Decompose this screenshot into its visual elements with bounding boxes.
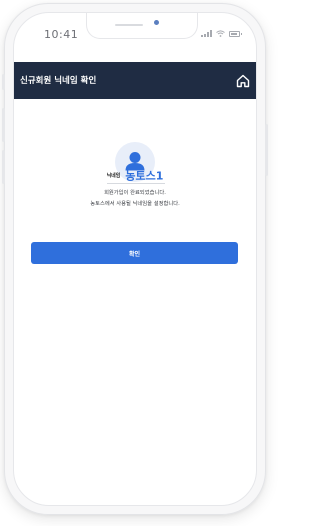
status-bar: 10:41 [14, 13, 256, 59]
phone-side-button [265, 124, 268, 176]
nickname-divider [107, 183, 165, 184]
signal-icon [201, 30, 212, 37]
front-camera [154, 20, 159, 25]
phone-notch [86, 13, 198, 39]
phone-side-button [2, 108, 5, 142]
nickname-setup-message: 농토스에서 사용될 닉네임을 설정합니다. [90, 201, 180, 207]
page-title: 신규회원 닉네임 확인 [20, 76, 97, 86]
confirm-button[interactable]: 확인 [31, 242, 238, 264]
signup-complete-message: 회원가입이 완료되었습니다. [104, 190, 166, 196]
page: 10:41 신규회원 닉네임 확인 닉네임 농토스1 회원가입이 완료되었습니다… [0, 0, 279, 526]
nickname-row: 닉네임 농토스1 [14, 165, 256, 184]
phone-side-button [2, 74, 5, 90]
nickname-value: 농토스1 [125, 169, 164, 183]
status-icons [201, 30, 242, 37]
app-header: 신규회원 닉네임 확인 [14, 62, 256, 99]
home-icon[interactable] [235, 73, 251, 89]
battery-icon [229, 30, 242, 37]
phone-side-button [2, 150, 5, 184]
speaker-grille [115, 24, 143, 26]
wifi-icon [216, 30, 225, 37]
status-time: 10:41 [44, 28, 79, 41]
nickname-label: 닉네임 [106, 173, 121, 179]
phone-screen: 10:41 신규회원 닉네임 확인 닉네임 농토스1 회원가입이 완료되었습니다… [13, 12, 257, 506]
